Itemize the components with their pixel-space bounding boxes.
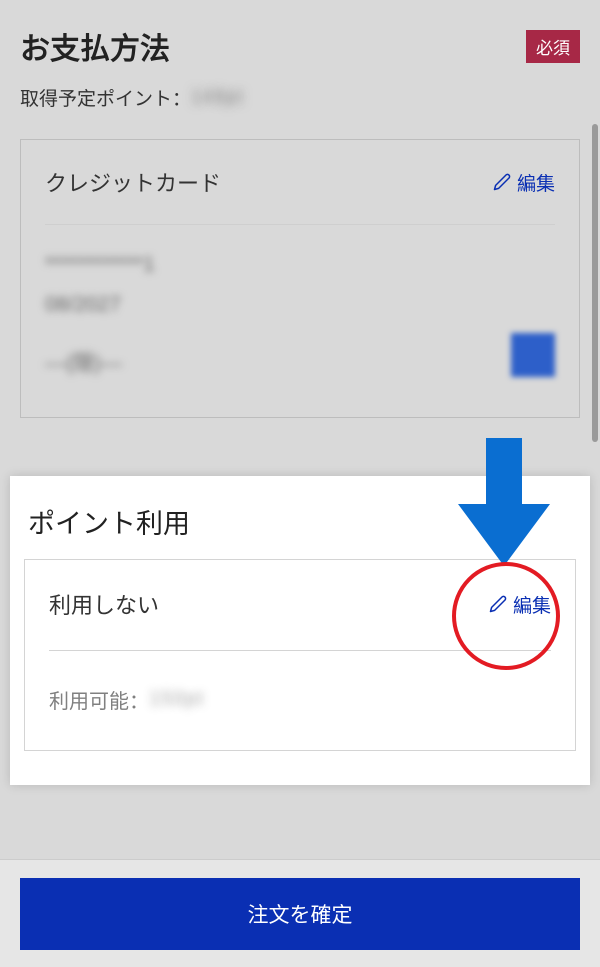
pencil-icon	[493, 173, 511, 191]
points-section-title: ポイント利用	[24, 502, 576, 541]
scrollbar-thumb[interactable]	[592, 124, 598, 442]
confirm-order-button[interactable]: 注文を確定	[20, 878, 580, 950]
points-preview-value: 149pt	[191, 87, 244, 109]
payment-method-section: お支払方法 必須 取得予定ポイント： 149pt クレジットカード 編集	[0, 0, 600, 418]
bottom-bar: 注文を確定	[0, 859, 600, 967]
points-usage-panel: ポイント利用 利用しない 編集 利用可能： 150pt	[10, 476, 590, 785]
card-number-masked: ************1	[45, 253, 555, 277]
points-box: 利用しない 編集 利用可能： 150pt	[24, 559, 576, 751]
points-available-value: 150pt	[149, 688, 204, 711]
edit-card-label: 編集	[517, 169, 555, 196]
card-holder: —(隠)—	[45, 347, 122, 377]
page-title: お支払方法	[20, 24, 170, 68]
pencil-icon	[489, 595, 507, 613]
required-badge: 必須	[526, 30, 580, 63]
edit-points-label: 編集	[513, 591, 551, 618]
points-available-label: 利用可能：	[49, 685, 149, 714]
card-expiry: 08/2027	[45, 293, 555, 317]
points-status: 利用しない	[49, 588, 159, 620]
credit-card-card: クレジットカード 編集 ************1 08/2027 —(隠)—	[20, 139, 580, 418]
card-brand-icon	[511, 333, 555, 377]
edit-card-button[interactable]: 編集	[493, 169, 555, 196]
edit-points-button[interactable]: 編集	[489, 591, 551, 618]
credit-card-title: クレジットカード	[45, 166, 221, 198]
points-preview-label: 取得予定ポイント：	[20, 84, 191, 111]
